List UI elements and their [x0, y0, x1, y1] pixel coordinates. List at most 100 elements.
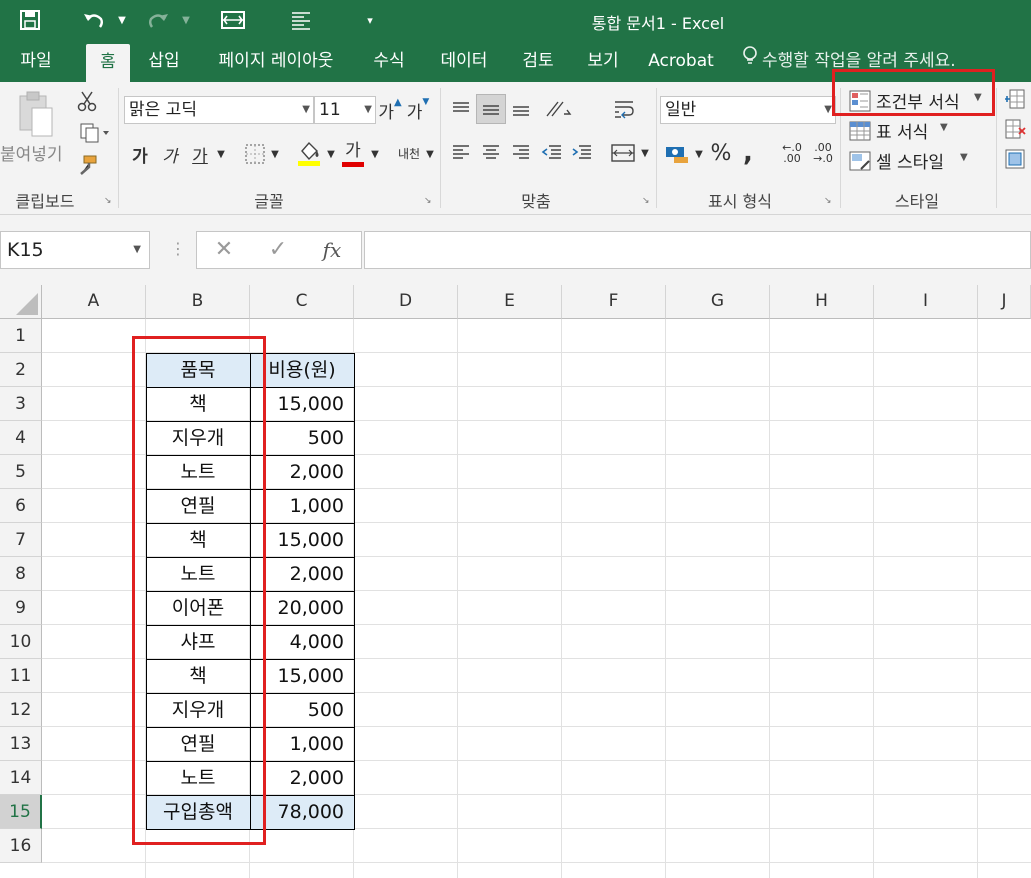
column-header-g[interactable]: G — [666, 285, 770, 319]
row-header-8[interactable]: 8 — [0, 557, 42, 591]
border-button[interactable] — [240, 140, 270, 168]
chevron-down-icon[interactable]: ▼ — [638, 140, 652, 166]
formula-bar-grip-icon[interactable]: ⋮ — [170, 239, 186, 258]
fill-color-icon[interactable] — [294, 138, 324, 168]
chevron-down-icon[interactable]: ▼ — [324, 140, 338, 168]
cell-styles-button[interactable]: 셀 스타일 — [876, 148, 944, 173]
tab-file[interactable]: 파일 — [6, 40, 66, 82]
row-header-4[interactable]: 4 — [0, 421, 42, 455]
alignment-launcher-icon[interactable]: ↘ — [642, 196, 652, 206]
chevron-down-icon: ▼ — [133, 244, 141, 255]
comma-style-button[interactable]: , — [736, 138, 760, 168]
format-as-table-icon[interactable] — [848, 118, 872, 144]
chevron-down-icon[interactable]: ▼ — [214, 140, 228, 168]
select-all-button[interactable] — [0, 285, 42, 319]
row-header-5[interactable]: 5 — [0, 455, 42, 489]
tab-home[interactable]: 홈 — [86, 44, 130, 82]
row-header-14[interactable]: 14 — [0, 761, 42, 795]
align-right-icon[interactable] — [508, 140, 534, 166]
cell-styles-icon[interactable] — [848, 148, 872, 174]
grow-font-button[interactable]: 가 ▲ — [378, 96, 402, 124]
increase-decimal-button[interactable]: ←.0 .00 — [776, 138, 808, 168]
number-launcher-icon[interactable]: ↘ — [824, 196, 834, 206]
copy-icon[interactable] — [74, 120, 114, 146]
paste-button[interactable]: 붙여넣기 — [0, 140, 63, 165]
wrap-text-icon[interactable] — [610, 96, 638, 124]
chevron-down-icon: ▼ — [302, 104, 310, 115]
format-cells-icon[interactable] — [1002, 146, 1028, 172]
formula-input[interactable] — [364, 231, 1031, 269]
orientation-icon[interactable] — [540, 96, 578, 122]
underline-button[interactable]: 가 — [188, 140, 212, 168]
font-launcher-icon[interactable]: ↘ — [424, 196, 434, 206]
chevron-down-icon[interactable]: ▼ — [368, 140, 382, 168]
merge-center-icon[interactable] — [608, 140, 638, 166]
accounting-format-icon[interactable] — [662, 140, 692, 168]
row-header-11[interactable]: 11 — [0, 659, 42, 693]
row-header-2[interactable]: 2 — [0, 353, 42, 387]
chevron-down-icon[interactable]: ▼ — [268, 140, 282, 168]
font-color-button[interactable]: 가 — [340, 134, 366, 168]
format-painter-icon[interactable] — [74, 152, 100, 178]
row-header-12[interactable]: 12 — [0, 693, 42, 727]
number-format-combo[interactable]: 일반 ▼ — [660, 96, 836, 124]
font-name-combo[interactable]: 맑은 고딕 ▼ — [124, 96, 314, 124]
cancel-icon[interactable]: ✕ — [209, 232, 239, 268]
phonetic-button[interactable]: 내천 — [394, 138, 424, 168]
tab-page-layout[interactable]: 페이지 레이아웃 — [204, 40, 348, 82]
column-header-f[interactable]: F — [562, 285, 666, 319]
row-header-6[interactable]: 6 — [0, 489, 42, 523]
column-header-h[interactable]: H — [770, 285, 874, 319]
column-header-a[interactable]: A — [42, 285, 146, 319]
decrease-indent-icon[interactable] — [538, 140, 566, 166]
shrink-font-button[interactable]: 가 ▼ — [406, 96, 430, 124]
top-align-icon[interactable] — [448, 96, 474, 122]
bold-button[interactable]: 가 — [128, 140, 152, 168]
italic-button[interactable]: 가 — [158, 140, 182, 168]
chevron-down-icon[interactable]: ▼ — [960, 152, 968, 163]
clipboard-launcher-icon[interactable]: ↘ — [104, 196, 114, 206]
chevron-down-icon: ▼ — [364, 104, 372, 115]
insert-function-icon[interactable]: fx — [317, 232, 347, 268]
column-header-j[interactable]: J — [978, 285, 1031, 319]
excel-window: ▼ ▼ ▾ 통합 문서1 - Excel 파일 홈 삽입 페이지 레이아웃 수식… — [0, 0, 1031, 878]
tab-review[interactable]: 검토 — [512, 40, 564, 82]
chevron-down-icon[interactable]: ▼ — [424, 140, 436, 168]
row-header-1[interactable]: 1 — [0, 319, 42, 353]
align-center-icon[interactable] — [478, 140, 504, 166]
chevron-down-icon[interactable]: ▼ — [692, 140, 706, 168]
chevron-down-icon[interactable]: ▼ — [940, 122, 948, 133]
middle-align-icon[interactable] — [476, 94, 506, 124]
row-header-3[interactable]: 3 — [0, 387, 42, 421]
bottom-align-icon[interactable] — [508, 96, 534, 122]
tab-insert[interactable]: 삽입 — [138, 40, 190, 82]
tab-data[interactable]: 데이터 — [430, 40, 498, 82]
tab-formulas[interactable]: 수식 — [362, 40, 416, 82]
row-header-9[interactable]: 9 — [0, 591, 42, 625]
column-header-i[interactable]: I — [874, 285, 978, 319]
row-header-7[interactable]: 7 — [0, 523, 42, 557]
delete-cells-icon[interactable] — [1002, 116, 1028, 142]
row-header-10[interactable]: 10 — [0, 625, 42, 659]
paste-icon[interactable] — [10, 88, 60, 144]
row-header-13[interactable]: 13 — [0, 727, 42, 761]
font-size-combo[interactable]: 11 ▼ — [314, 96, 376, 124]
column-header-b[interactable]: B — [146, 285, 250, 319]
insert-cells-icon[interactable] — [1002, 86, 1028, 112]
enter-icon[interactable]: ✓ — [263, 232, 293, 268]
column-header-e[interactable]: E — [458, 285, 562, 319]
name-box[interactable]: K15 ▼ — [0, 231, 150, 269]
tab-acrobat[interactable]: Acrobat — [642, 40, 720, 82]
decrease-decimal-button[interactable]: .00 →.0 — [808, 138, 838, 168]
row-header-16[interactable]: 16 — [0, 829, 42, 863]
tab-view[interactable]: 보기 — [578, 40, 628, 82]
percent-style-button[interactable]: % — [708, 138, 734, 168]
increase-indent-icon[interactable] — [568, 140, 596, 166]
row-header-15[interactable]: 15 — [0, 795, 42, 829]
align-left-icon[interactable] — [448, 140, 474, 166]
format-as-table-button[interactable]: 표 서식 — [876, 118, 928, 143]
column-header-c[interactable]: C — [250, 285, 354, 319]
cut-icon[interactable] — [74, 88, 100, 114]
column-header-d[interactable]: D — [354, 285, 458, 319]
shrink-font-icon: 가 — [406, 102, 423, 123]
